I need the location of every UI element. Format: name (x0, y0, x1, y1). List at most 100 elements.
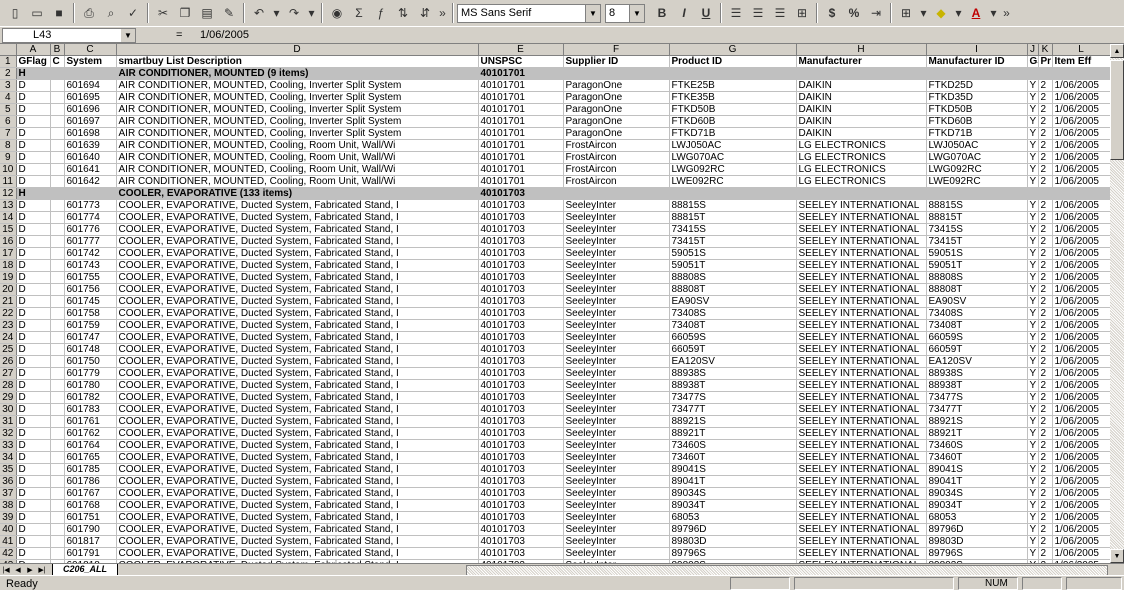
cell[interactable]: 1/06/2005 (1052, 343, 1110, 356)
cell[interactable]: FTKD60B (926, 115, 1028, 128)
cell[interactable]: 1/06/2005 (1052, 223, 1110, 236)
cell[interactable]: 40101703 (478, 391, 564, 404)
cell[interactable]: Y (1027, 355, 1039, 368)
cell[interactable]: D (16, 271, 51, 284)
cell[interactable] (50, 67, 65, 80)
row-header[interactable]: 9 (0, 151, 17, 164)
row-header[interactable]: 25 (0, 343, 17, 356)
cell[interactable]: 1/06/2005 (1052, 427, 1110, 440)
cell[interactable]: 601742 (64, 247, 117, 260)
chevron-down-icon[interactable]: ▼ (585, 4, 600, 22)
cell[interactable]: 2 (1038, 103, 1053, 116)
cell[interactable]: 601695 (64, 91, 117, 104)
cell[interactable]: COOLER, EVAPORATIVE, Ducted System, Fabr… (116, 523, 479, 536)
cell[interactable]: SEELEY INTERNATIONAL (796, 319, 927, 332)
cell[interactable]: FTKD71B (926, 127, 1028, 140)
cell[interactable]: FTKD50B (926, 103, 1028, 116)
cell[interactable]: 40101701 (478, 67, 564, 80)
cell[interactable]: 601694 (64, 79, 117, 92)
cell[interactable]: 601755 (64, 271, 117, 284)
next-sheet-icon[interactable]: ▶ (24, 564, 36, 575)
cell[interactable]: Y (1027, 211, 1039, 224)
row-header[interactable]: 33 (0, 439, 17, 452)
cell[interactable]: 40101703 (478, 259, 564, 272)
cell[interactable]: 89034S (926, 487, 1028, 500)
cell[interactable]: SeeleyInter (563, 283, 670, 296)
cell[interactable]: 88815S (669, 199, 797, 212)
cell[interactable]: 601759 (64, 319, 117, 332)
cell[interactable]: 601768 (64, 499, 117, 512)
cell[interactable]: 2 (1038, 499, 1053, 512)
cell[interactable] (50, 475, 65, 488)
cell[interactable]: 2 (1038, 283, 1053, 296)
copy-icon[interactable]: ❐ (174, 2, 196, 24)
row-header[interactable]: 37 (0, 487, 17, 500)
cell[interactable] (563, 187, 670, 200)
cell[interactable]: 2 (1038, 307, 1053, 320)
sort-ascending-icon[interactable]: ⇅ (392, 2, 414, 24)
cell[interactable]: D (16, 307, 51, 320)
cell[interactable]: COOLER, EVAPORATIVE, Ducted System, Fabr… (116, 403, 479, 416)
cell[interactable] (50, 499, 65, 512)
cell[interactable]: SeeleyInter (563, 271, 670, 284)
cell[interactable]: 89803D (669, 535, 797, 548)
underline-button[interactable]: U (695, 2, 717, 24)
cell[interactable] (50, 331, 65, 344)
cell[interactable]: D (16, 391, 51, 404)
cell[interactable]: FrostAircon (563, 175, 670, 188)
cell[interactable]: D (16, 175, 51, 188)
cell[interactable]: 40101703 (478, 223, 564, 236)
cell[interactable] (926, 187, 1028, 200)
cell[interactable]: 40101703 (478, 499, 564, 512)
cell[interactable]: Y (1027, 103, 1039, 116)
cell[interactable]: D (16, 259, 51, 272)
cell[interactable]: 2 (1038, 511, 1053, 524)
row-header[interactable]: 32 (0, 427, 17, 440)
cell[interactable]: 66059T (669, 343, 797, 356)
redo-dropdown-icon[interactable]: ▾ (305, 2, 318, 24)
cell[interactable] (50, 271, 65, 284)
cell[interactable]: 89034T (926, 499, 1028, 512)
cell[interactable] (50, 211, 65, 224)
cell[interactable]: 73460S (669, 439, 797, 452)
cell[interactable]: 40101701 (478, 127, 564, 140)
cell[interactable]: SeeleyInter (563, 427, 670, 440)
cell[interactable]: 40101703 (478, 295, 564, 308)
cell[interactable]: 73460T (926, 451, 1028, 464)
cell[interactable]: COOLER, EVAPORATIVE, Ducted System, Fabr… (116, 271, 479, 284)
cell[interactable]: 1/06/2005 (1052, 379, 1110, 392)
cell[interactable]: Y (1027, 271, 1039, 284)
cell[interactable]: 88921T (669, 427, 797, 440)
cell[interactable]: 601697 (64, 115, 117, 128)
cell[interactable]: SeeleyInter (563, 379, 670, 392)
cell[interactable]: 59051S (669, 247, 797, 260)
cell[interactable]: D (16, 79, 51, 92)
cell[interactable] (1038, 187, 1053, 200)
cell[interactable]: 601785 (64, 463, 117, 476)
cell[interactable] (563, 67, 670, 80)
row-header[interactable]: 18 (0, 259, 17, 272)
cell[interactable]: 1/06/2005 (1052, 463, 1110, 476)
cell[interactable] (50, 151, 65, 164)
cell[interactable]: ParagonOne (563, 91, 670, 104)
cell[interactable]: Y (1027, 451, 1039, 464)
cell[interactable]: 68053 (926, 511, 1028, 524)
cell[interactable]: AIR CONDITIONER, MOUNTED, Cooling, Inver… (116, 79, 479, 92)
cell[interactable]: COOLER, EVAPORATIVE, Ducted System, Fabr… (116, 259, 479, 272)
row-header[interactable]: 36 (0, 475, 17, 488)
cell[interactable]: SeeleyInter (563, 295, 670, 308)
cell[interactable]: 88808T (926, 283, 1028, 296)
cell[interactable]: 2 (1038, 463, 1053, 476)
cell[interactable]: SEELEY INTERNATIONAL (796, 475, 927, 488)
cell[interactable]: 89041S (926, 463, 1028, 476)
cell[interactable]: 1/06/2005 (1052, 319, 1110, 332)
cell[interactable]: D (16, 115, 51, 128)
cell[interactable]: COOLER, EVAPORATIVE, Ducted System, Fabr… (116, 391, 479, 404)
cell[interactable]: 601641 (64, 163, 117, 176)
cell[interactable]: Y (1027, 307, 1039, 320)
column-header[interactable]: K (1038, 44, 1053, 56)
cell[interactable]: COOLER, EVAPORATIVE, Ducted System, Fabr… (116, 535, 479, 548)
cell[interactable]: 88808T (669, 283, 797, 296)
cell[interactable]: LG ELECTRONICS (796, 151, 927, 164)
cell[interactable] (1027, 67, 1039, 80)
